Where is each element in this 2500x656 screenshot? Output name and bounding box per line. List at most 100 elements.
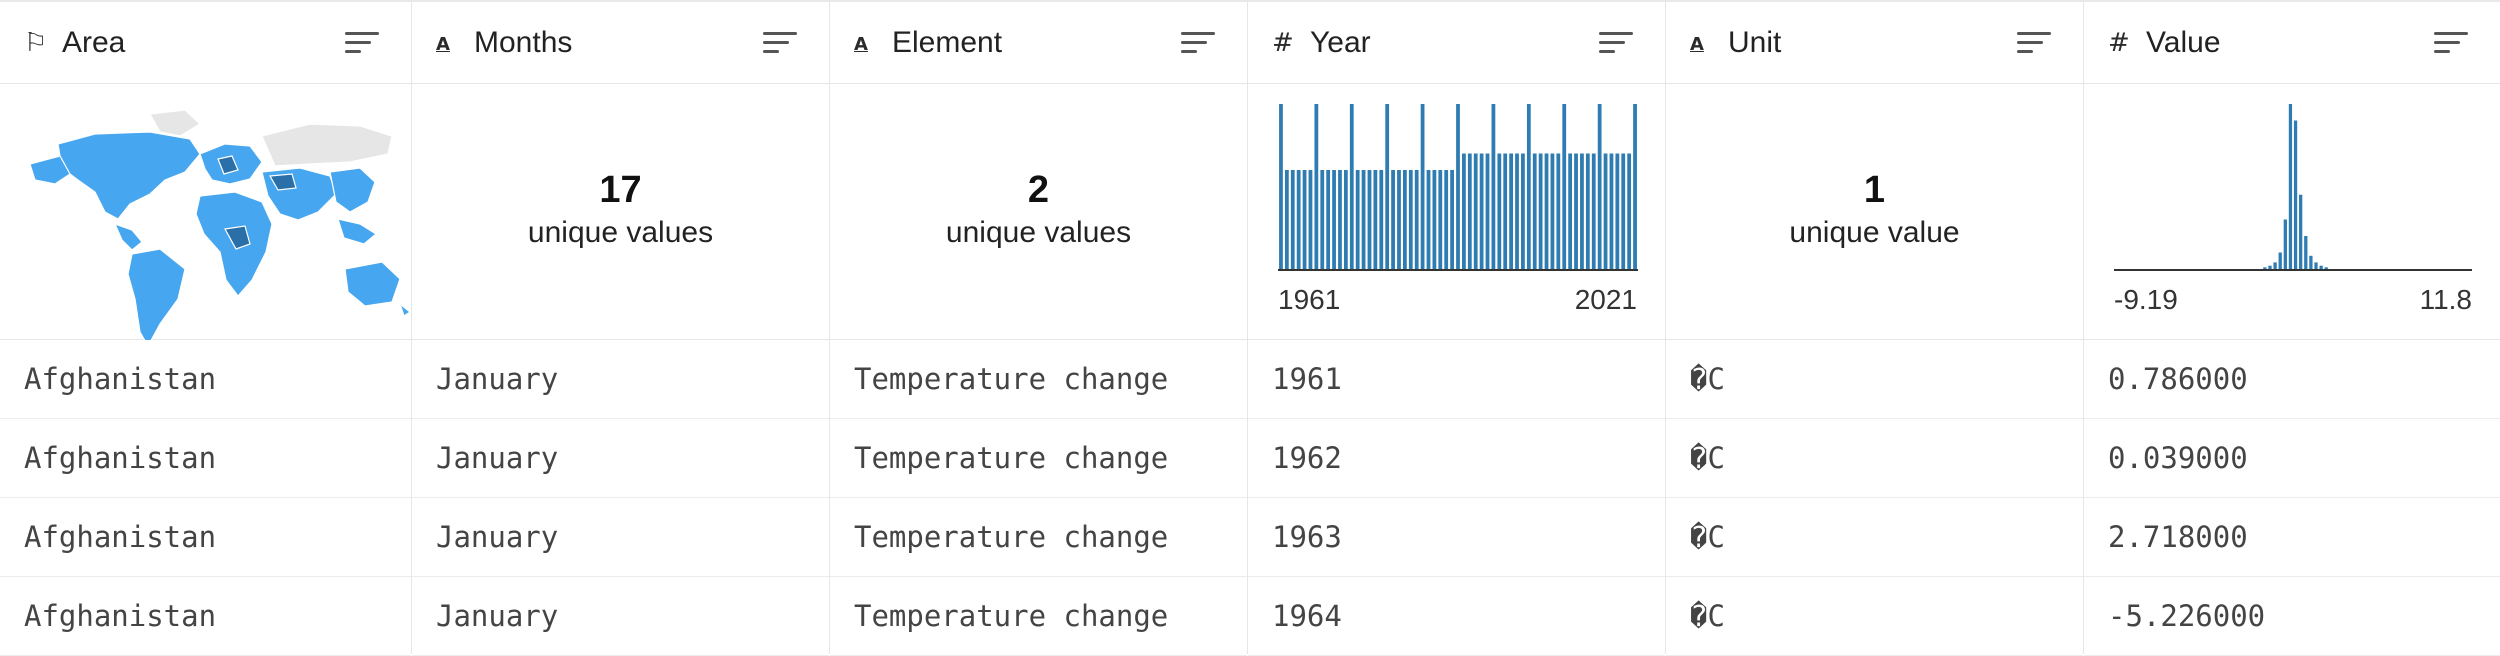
table-cell-months[interactable]: January [412,419,829,498]
histogram-bar [1308,170,1313,269]
number-type-icon: # [2108,28,2130,58]
table-cell-year[interactable]: 1963 [1248,498,1665,577]
table-cell-value[interactable]: 0.039000 [2084,419,2500,498]
histogram-bar [1332,170,1336,269]
sort-icon[interactable] [2434,32,2468,56]
histogram-bar [1296,170,1301,269]
column-element: A Element 2 unique values Temperature change… [830,0,1248,656]
column-header-months[interactable]: A Months [412,0,829,84]
histogram-bar [2319,265,2323,269]
histogram-bar [1633,104,1637,269]
table-cell-unit[interactable]: �C [1666,419,2083,498]
table-cell-area[interactable]: Afghanistan [0,340,411,419]
column-months: A Months 17 unique values January January Janu… [412,0,830,656]
table-cell-element[interactable]: Temperature change [830,419,1247,498]
table-cell-months[interactable]: January [412,577,829,656]
sort-icon[interactable] [2017,32,2051,56]
histogram-bar [2278,252,2282,269]
histogram-bar [1349,104,1354,269]
sort-icon[interactable] [345,32,379,56]
histogram-bar [1515,153,1519,269]
histogram-bar [1473,153,1478,269]
column-header-year[interactable]: # Year [1248,0,1665,84]
histogram-bar [1450,170,1454,269]
table-cell-value[interactable]: 2.718000 [2084,498,2500,577]
histogram-bar [1615,153,1620,269]
histogram-bar [1568,153,1573,269]
column-label: Unit [1728,26,1782,59]
column-header-value[interactable]: # Value [2084,0,2500,84]
table-cell-unit[interactable]: �C [1666,498,2083,577]
histogram-bar [1373,170,1378,269]
column-header-area[interactable]: ⚐ Area [0,0,411,84]
unique-values-summary: 1 unique value [1666,168,2083,254]
column-label: Area [62,26,126,59]
column-label: Value [2146,26,2221,59]
histogram-bar [1574,153,1578,269]
histogram-bar [1438,170,1443,269]
sort-icon[interactable] [1181,32,1215,56]
column-label: Year [1310,26,1371,59]
histogram-bar [1456,104,1460,269]
histogram-bar [1538,153,1543,269]
histogram-bar [2268,265,2272,269]
table-cell-months[interactable]: January [412,498,829,577]
histogram-bar [1367,170,1372,269]
column-unit: A Unit 1 unique value �C �C �C �C [1666,0,2084,656]
table-cell-value[interactable]: 0.786000 [2084,340,2500,419]
sort-icon[interactable] [763,32,797,56]
table-cell-area[interactable]: Afghanistan [0,419,411,498]
column-header-element[interactable]: A Element [830,0,1247,84]
histogram-bar [2263,267,2267,269]
table-cell-unit[interactable]: �C [1666,577,2083,656]
table-cell-value[interactable]: -5.226000 [2084,577,2500,656]
histogram-bar [1355,170,1360,269]
histogram-bar [1585,153,1590,269]
new-zealand-region [398,302,412,317]
table-cell-year[interactable]: 1964 [1248,577,1665,656]
text-type-icon: A [436,34,450,55]
unique-label: unique value [1789,216,1960,249]
histogram-bar [1314,104,1319,269]
table-cell-element[interactable]: Temperature change [830,498,1247,577]
south-america-region [127,248,186,348]
table-cell-element[interactable]: Temperature change [830,340,1247,419]
histogram-bar [1338,170,1342,269]
table-cell-element[interactable]: Temperature change [830,577,1247,656]
unique-count: 2 [1027,169,1050,211]
table-cell-unit[interactable]: �C [1666,340,2083,419]
histogram-bar [2304,236,2308,269]
north-america-region [57,131,201,220]
histogram-bar [1591,153,1596,269]
histogram-bar [1503,153,1508,269]
histogram-bar [1284,170,1289,269]
column-area: ⚐ Area Afghanistan Afghanistan Afghanistan Af… [0,0,412,656]
histogram-bar [1444,170,1449,269]
greenland-region [149,109,201,137]
histogram-bar [1532,153,1537,269]
histogram-bar [1603,153,1608,269]
table-cell-year[interactable]: 1962 [1248,419,1665,498]
sort-icon[interactable] [1599,32,1633,56]
histogram-bar [1485,153,1490,269]
world-map-chart [29,109,412,348]
table-cell-area[interactable]: Afghanistan [0,498,411,577]
unique-count: 17 [599,169,642,211]
histogram-bar [1379,170,1384,269]
unique-label: unique values [527,216,714,249]
histogram-bar [1391,170,1395,269]
histogram-bar [1408,170,1413,269]
table-cell-area[interactable]: Afghanistan [0,577,411,656]
table-cell-year[interactable]: 1961 [1248,340,1665,419]
column-header-unit[interactable]: A Unit [1666,0,2083,84]
histogram-bar [2309,255,2313,269]
histogram-bar [1414,170,1419,269]
histogram-bar [2299,194,2303,269]
table-cell-months[interactable]: January [412,340,829,419]
unique-label: unique values [945,216,1132,249]
histogram-max-label: 11.8 [2419,284,2472,315]
southeast-asia-region [337,218,378,245]
column-summary-area [0,84,412,348]
histogram-bar [1526,104,1531,269]
histogram-bar [1279,104,1283,269]
